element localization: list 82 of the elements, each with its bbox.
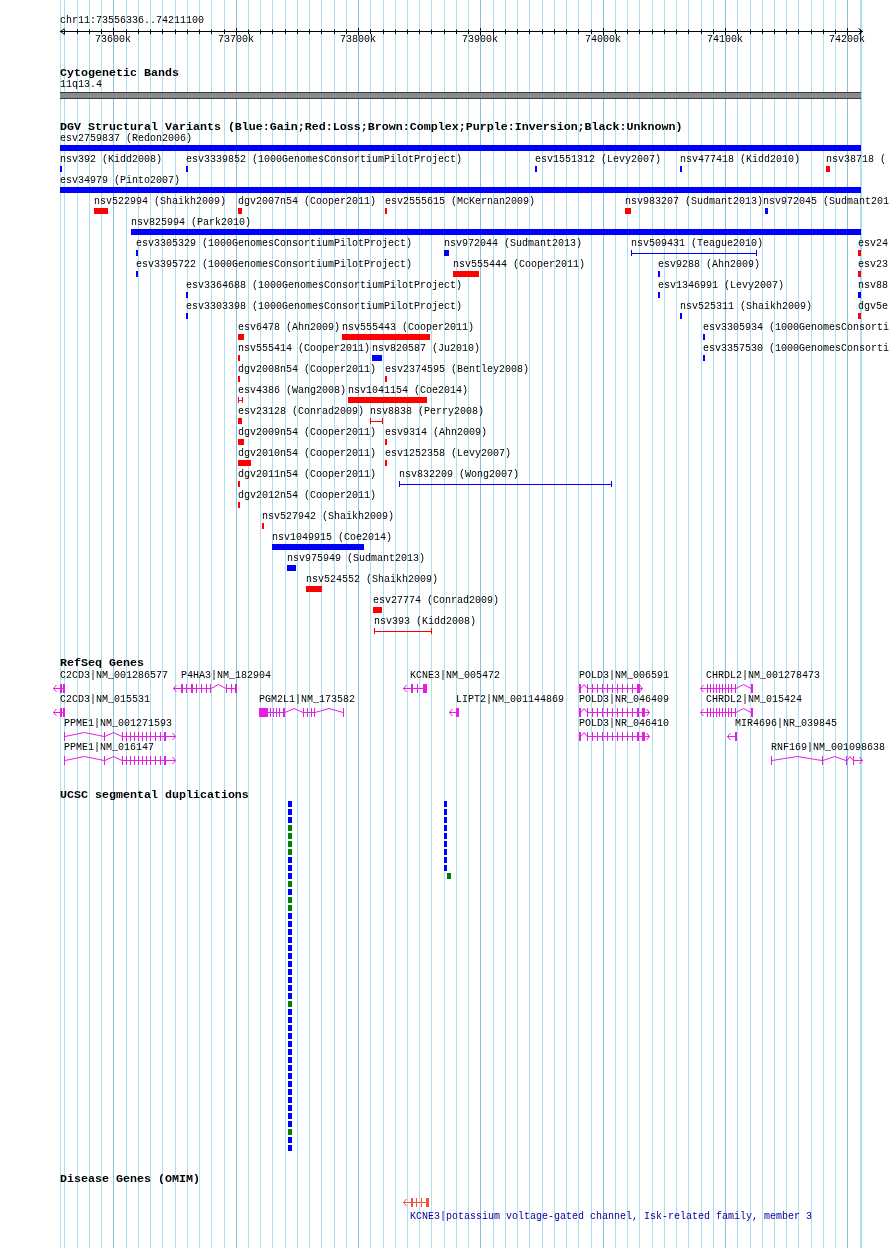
gene-label: PPME1|NM_016147 (64, 742, 154, 754)
variant-label: esv4386 (Wang2008) (238, 385, 347, 396)
variant-label: esv3339852 (1000GenomesConsortiumPilotProject) (186, 154, 463, 165)
variant-label: esv34979 (Pinto2007) (60, 175, 181, 186)
disease-gene-label: KCNE3|potassium voltage-gated channel, Isk-related family, member 3 (410, 1211, 813, 1223)
variant-label: nsv477418 (Kidd2010) (680, 154, 801, 165)
variant-label: nsv392 (Kidd2008) (60, 154, 163, 165)
ruler-tick-label: 74000k (585, 34, 621, 45)
variant-label: nsv1049915 (Coe2014) (272, 532, 393, 543)
gene-label: POLD3|NR_046410 (579, 718, 669, 730)
variant-label: nsv522994 (Shaikh2009) (94, 196, 227, 207)
variant-label: esv9314 (Ahn2009) (385, 427, 488, 438)
variant-label: nsv393 (Kidd2008) (374, 616, 477, 627)
variant-label: dgv2008n54 (Cooper2011) (238, 364, 377, 375)
variant-label: esv3357530 (1000GenomesConsorti (703, 343, 890, 354)
variant-label: nsv524552 (Shaikh2009) (306, 574, 439, 585)
gene-label: C2CD3|NM_015531 (60, 694, 150, 706)
variant-label: nsv509431 (Teague2010) (631, 238, 764, 249)
variant-label: esv3305329 (1000GenomesConsortiumPilotProject) (136, 238, 413, 249)
gene-label: POLD3|NM_006591 (579, 670, 669, 682)
variant-label: nsv555444 (Cooper2011) (453, 259, 586, 270)
gene-label: POLD3|NR_046409 (579, 694, 669, 706)
variant-label: esv1346991 (Levy2007) (658, 280, 785, 291)
variant-label: esv1551312 (Levy2007) (535, 154, 662, 165)
variant-label: esv1252358 (Levy2007) (385, 448, 512, 459)
variant-label: esv2555615 (McKernan2009) (385, 196, 536, 207)
band-label: 11q13.4 (60, 79, 102, 91)
variant-label: nsv8838 (Perry2008) (370, 406, 485, 417)
ruler-tick-label: 74100k (707, 34, 743, 45)
variant-label: esv23 (858, 259, 888, 270)
track-title: Disease Genes (OMIM) (60, 1173, 200, 1185)
ruler-tick-label: 73600k (95, 34, 131, 45)
gene-label: PPME1|NM_001271593 (64, 718, 173, 730)
variant-label: dgv2011n54 (Cooper2011) (238, 469, 377, 480)
gene-label: P4HA3|NM_182904 (181, 670, 271, 682)
gene-label: C2CD3|NM_001286577 (60, 670, 169, 682)
variant-label: nsv555414 (Cooper2011) (238, 343, 371, 354)
variant-label: dgv2010n54 (Cooper2011) (238, 448, 377, 459)
gene-label: RNF169|NM_001098638 (771, 742, 886, 754)
ruler-tick-label: 73900k (462, 34, 498, 45)
variant-label: dgv2009n54 (Cooper2011) (238, 427, 377, 438)
ruler-tick-label: 74200k (829, 34, 865, 45)
region-coordinates: chr11:73556336..74211100 (60, 15, 205, 26)
variant-label: dgv2012n54 (Cooper2011) (238, 490, 377, 501)
gene-label: CHRDL2|NM_001278473 (706, 670, 821, 682)
variant-label: nsv825994 (Park2010) (131, 217, 252, 228)
variant-label: esv3364688 (1000GenomesConsortiumPilotProject) (186, 280, 463, 291)
track-title: DGV Structural Variants (Blue:Gain;Red:Loss;Brown:Complex;Purple:Inversion;Black:Unknown) (60, 121, 683, 133)
variant-label: esv9288 (Ahn2009) (658, 259, 761, 270)
variant-label: nsv525311 (Shaikh2009) (680, 301, 813, 312)
variant-label: nsv88 (858, 280, 888, 291)
variant-label: nsv527942 (Shaikh2009) (262, 511, 395, 522)
variant-label: nsv975949 (Sudmant2013) (287, 553, 426, 564)
variant-label: esv3395722 (1000GenomesConsortiumPilotProject) (136, 259, 413, 270)
variant-label: nsv832209 (Wong2007) (399, 469, 520, 480)
variant-label: esv3303398 (1000GenomesConsortiumPilotProject) (186, 301, 463, 312)
variant-label: esv23128 (Conrad2009) (238, 406, 365, 417)
variant-label: esv2374595 (Bentley2008) (385, 364, 530, 375)
variant-label: nsv972044 (Sudmant2013) (444, 238, 583, 249)
variant-label: nsv983207 (Sudmant2013) (625, 196, 764, 207)
ruler-tick-label: 73700k (218, 34, 254, 45)
gene-label: LIPT2|NM_001144869 (456, 694, 565, 706)
ruler-tick-label: 73800k (340, 34, 376, 45)
gene-label: MIR4696|NR_039845 (735, 718, 838, 730)
variant-label: nsv820587 (Ju2010) (372, 343, 481, 354)
variant-label: nsv972045 (Sudmant201 (763, 196, 890, 207)
variant-label: nsv1041154 (Coe2014) (348, 385, 469, 396)
variant-label: dgv2007n54 (Cooper2011) (238, 196, 377, 207)
variant-label: esv24 (858, 238, 888, 249)
track-title: RefSeq Genes (60, 657, 144, 669)
variant-label: esv6478 (Ahn2009) (238, 322, 341, 333)
track-title: UCSC segmental duplications (60, 789, 249, 801)
variant-label: esv27774 (Conrad2009) (373, 595, 500, 606)
gene-label: KCNE3|NM_005472 (410, 670, 500, 682)
gene-label: PGM2L1|NM_173582 (259, 694, 355, 706)
variant-label: nsv38718 ( (826, 154, 886, 165)
gene-label: CHRDL2|NM_015424 (706, 694, 802, 706)
variant-label: dgv5e (858, 301, 888, 312)
variant-label: esv3305934 (1000GenomesConsorti (703, 322, 890, 333)
variant-label: esv2759837 (Redon2006) (60, 133, 193, 144)
track-title: Cytogenetic Bands (60, 67, 179, 79)
variant-label: nsv555443 (Cooper2011) (342, 322, 475, 333)
